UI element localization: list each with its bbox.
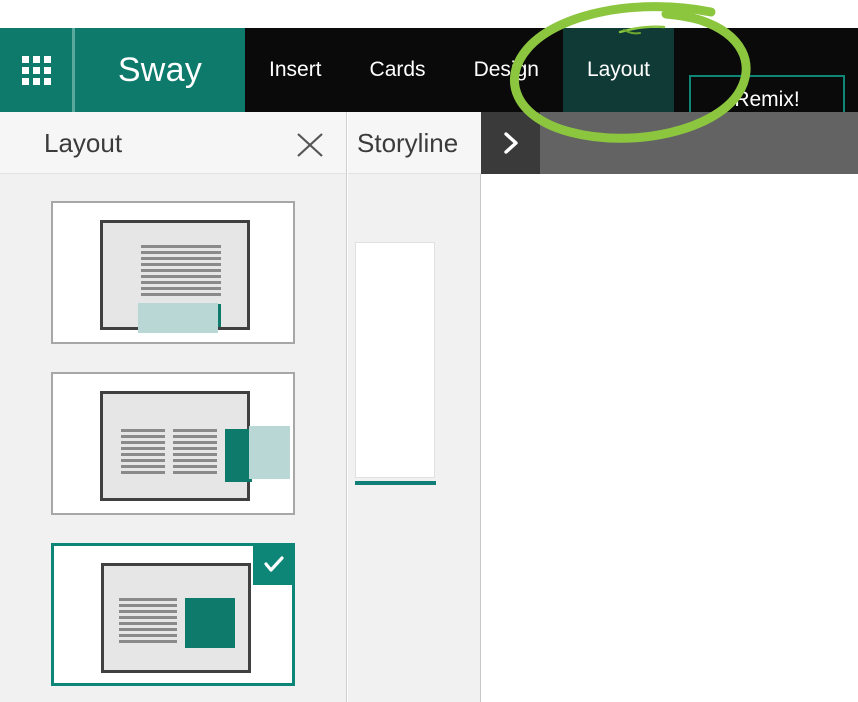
checkmark-icon [253, 543, 295, 585]
layout-panel-title: Layout [44, 128, 123, 158]
preview-media-block [185, 598, 235, 648]
layout-card-horizontal-slides[interactable] [51, 372, 295, 515]
layout-preview-screen [100, 391, 252, 501]
tab-cards[interactable]: Cards [346, 28, 450, 112]
top-nav-tabs: Insert Cards Design Layout [245, 28, 674, 112]
tab-layout[interactable]: Layout [562, 28, 674, 112]
tab-design-label: Design [473, 58, 539, 81]
sway-app-window: Sway Insert Cards Design Layout Remix! L… [0, 0, 858, 702]
preview-overflow-ghost [138, 303, 218, 333]
tab-insert-label: Insert [269, 58, 322, 81]
sway-preview-canvas[interactable] [481, 174, 858, 702]
preview-overflow-ghost [249, 426, 290, 479]
top-command-bar: Sway Insert Cards Design Layout Remix! [0, 28, 858, 125]
preview-text-lines-left [121, 429, 165, 477]
storyline-panel: Storyline [348, 112, 481, 702]
preview-text-lines-right [173, 429, 217, 477]
brand-logo[interactable]: Sway [75, 28, 245, 112]
app-launcher-button[interactable] [0, 28, 72, 112]
preview-text-lines [141, 245, 221, 299]
preview-toolbar [540, 112, 858, 174]
layout-panel: Layout [0, 112, 347, 702]
layout-card-vertical-scroll[interactable] [51, 201, 295, 344]
tab-design[interactable]: Design [450, 28, 563, 112]
storyline-panel-header: Storyline [348, 112, 481, 174]
storyline-panel-title: Storyline [357, 128, 459, 158]
chevron-right-icon[interactable] [481, 112, 540, 174]
layout-options-list [0, 174, 346, 702]
storyline-card-accent-underline [355, 481, 436, 485]
tab-cards-label: Cards [369, 58, 426, 81]
tab-insert[interactable]: Insert [245, 28, 346, 112]
preview-media-block [225, 429, 252, 482]
brand-name: Sway [117, 50, 203, 89]
preview-text-lines [119, 598, 177, 646]
layout-card-presentation[interactable] [51, 543, 295, 686]
app-launcher-grid-icon [21, 55, 51, 85]
tab-layout-label: Layout [586, 58, 650, 81]
layout-panel-header: Layout [0, 112, 346, 174]
layout-preview-screen [101, 563, 251, 673]
close-icon[interactable] [288, 122, 332, 166]
storyline-card[interactable] [355, 242, 435, 478]
